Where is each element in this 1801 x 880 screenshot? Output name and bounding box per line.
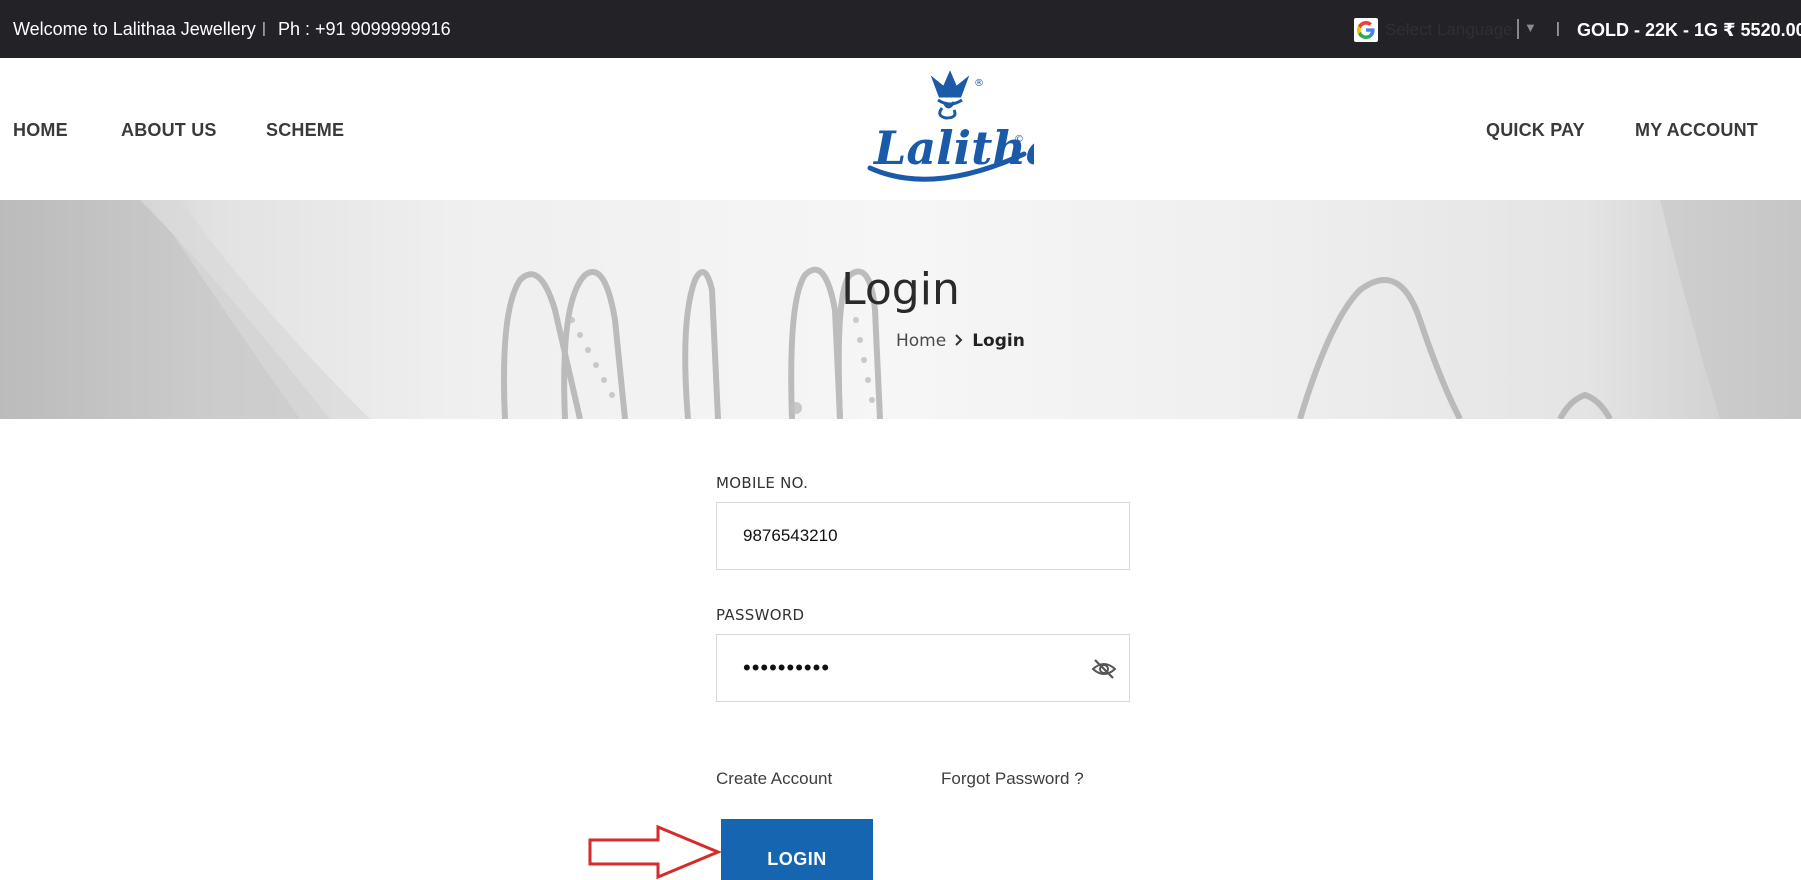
top-bar: Welcome to Lalithaa Jewellery | Ph : +91… bbox=[0, 0, 1801, 58]
red-arrow-icon bbox=[588, 824, 722, 880]
password-label: PASSWORD bbox=[716, 606, 805, 624]
page-title: Login bbox=[841, 264, 960, 315]
page-banner: Login Home Login bbox=[0, 200, 1801, 419]
mobile-input[interactable] bbox=[717, 503, 1129, 569]
login-button-label: LOGIN bbox=[767, 849, 827, 869]
nav-home[interactable]: HOME bbox=[13, 120, 68, 141]
breadcrumb-home[interactable]: Home bbox=[896, 331, 946, 351]
chevron-right-icon bbox=[954, 334, 964, 350]
password-field bbox=[716, 634, 1130, 702]
forgot-password-link[interactable]: Forgot Password ? bbox=[941, 769, 1084, 789]
topbar-separator-2: | bbox=[1556, 20, 1560, 37]
logo-copyright-mark: © bbox=[1014, 134, 1024, 145]
logo-registered-mark: ® bbox=[974, 78, 984, 89]
language-divider bbox=[1517, 19, 1519, 39]
mobile-label: MOBILE NO. bbox=[716, 474, 809, 492]
topbar-separator: | bbox=[262, 20, 266, 37]
nav-quick-pay[interactable]: QUICK PAY bbox=[1486, 120, 1585, 141]
login-button[interactable]: LOGIN bbox=[721, 819, 873, 880]
mobile-field bbox=[716, 502, 1130, 570]
google-icon bbox=[1354, 18, 1378, 42]
logo-emblem bbox=[930, 70, 970, 120]
password-input[interactable] bbox=[717, 635, 1129, 701]
lalithaa-logo[interactable]: ® Lalithaa © bbox=[862, 68, 1034, 188]
eye-slash-icon[interactable] bbox=[1091, 657, 1117, 681]
gold-rate: GOLD - 22K - 1G ₹ 5520.00 bbox=[1577, 20, 1801, 40]
main-navbar: HOME ABOUT US SCHEME ® Lalithaa © QUICK … bbox=[0, 58, 1801, 200]
logo-wordmark: Lalithaa bbox=[872, 121, 1034, 175]
create-account-link[interactable]: Create Account bbox=[716, 769, 832, 789]
nav-about-us[interactable]: ABOUT US bbox=[121, 120, 217, 141]
nav-scheme[interactable]: SCHEME bbox=[266, 120, 344, 141]
breadcrumb: Home Login bbox=[896, 331, 1025, 351]
select-language[interactable]: Select Language bbox=[1385, 20, 1513, 40]
welcome-text: Welcome to Lalithaa Jewellery bbox=[13, 19, 256, 39]
phone-link[interactable]: Ph : +91 9099999916 bbox=[278, 19, 451, 40]
breadcrumb-current: Login bbox=[972, 331, 1025, 351]
nav-my-account[interactable]: MY ACCOUNT bbox=[1635, 120, 1758, 141]
language-dropdown-caret[interactable]: ▼ bbox=[1524, 20, 1537, 35]
